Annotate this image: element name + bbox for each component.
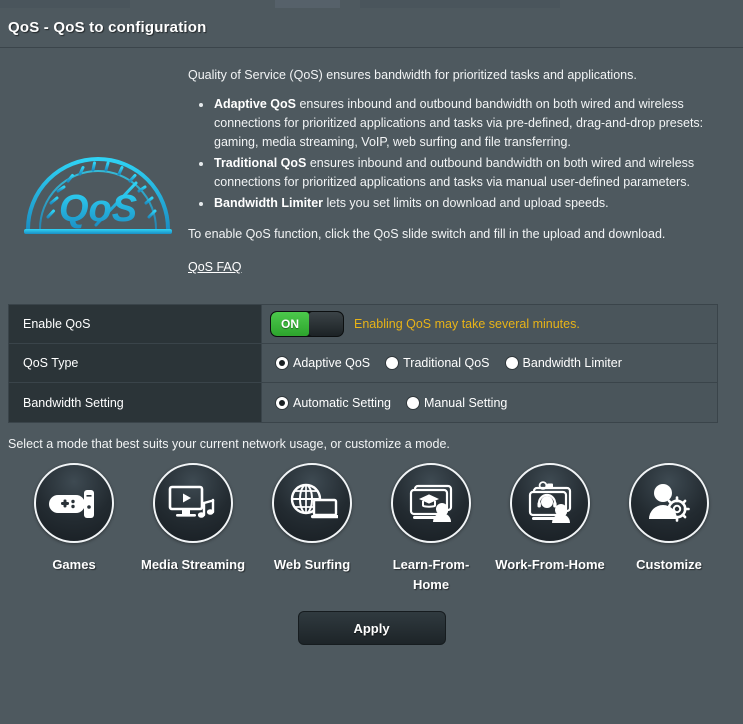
row-bandwidth-setting: Bandwidth Setting Automatic Setting Manu…	[9, 383, 717, 422]
radio-adaptive-qos[interactable]: Adaptive QoS	[276, 356, 370, 370]
person-gear-icon	[649, 484, 690, 522]
mode-games-label: Games	[52, 557, 96, 572]
bandwidth-setting-value: Automatic Setting Manual Setting	[262, 383, 717, 422]
mode-media-streaming[interactable]: Media Streaming	[137, 463, 249, 595]
intro-bullet-traditional: Traditional QoS ensures inbound and outb…	[188, 154, 723, 192]
mode-selector: Games Media Streaming Web Surfing Learn-…	[0, 457, 743, 595]
mode-media-streaming-circle	[153, 463, 233, 543]
mode-customize-label: Customize	[636, 557, 702, 572]
qos-type-label: QoS Type	[9, 344, 262, 382]
radio-automatic-setting[interactable]: Automatic Setting	[276, 396, 391, 410]
apply-row: Apply	[0, 611, 743, 645]
radio-dot-icon	[505, 357, 518, 369]
qos-type-radio-group: Adaptive QoS Traditional QoS Bandwidth L…	[270, 356, 622, 370]
graduation-screen-person-icon	[409, 484, 453, 522]
page-title: QoS - QoS to configuration	[8, 19, 207, 36]
bullet-term: Bandwidth Limiter	[214, 196, 324, 210]
mode-learn-from-home[interactable]: Learn-From-Home	[375, 463, 487, 595]
intro-text: Quality of Service (QoS) ensures bandwid…	[188, 62, 723, 292]
monitor-play-music-icon	[168, 485, 215, 518]
qos-logo: QoS	[8, 62, 188, 292]
enable-qos-value: ON Enabling QoS may take several minutes…	[262, 305, 717, 343]
toggle-on-label: ON	[271, 312, 309, 336]
enable-qos-label: Enable QoS	[9, 305, 262, 343]
intro-lead: Quality of Service (QoS) ensures bandwid…	[188, 68, 637, 82]
tab-gap	[340, 0, 360, 8]
intro-section: QoS Quality of Service (QoS) ensures ban…	[0, 48, 743, 298]
mode-work-from-home[interactable]: Work-From-Home	[494, 463, 606, 595]
mode-web-surfing-circle	[272, 463, 352, 543]
radio-label: Manual Setting	[423, 395, 508, 410]
bullet-term: Traditional QoS	[214, 156, 307, 170]
intro-bullet-adaptive: Adaptive QoS ensures inbound and outboun…	[188, 95, 723, 152]
radio-traditional-qos[interactable]: Traditional QoS	[386, 356, 490, 370]
mode-learn-from-home-circle	[391, 463, 471, 543]
radio-manual-setting[interactable]: Manual Setting	[406, 395, 508, 410]
row-qos-type: QoS Type Adaptive QoS Traditional QoS Ba…	[9, 344, 717, 383]
qos-type-value: Adaptive QoS Traditional QoS Bandwidth L…	[262, 344, 717, 382]
intro-bullet-limiter: Bandwidth Limiter lets you set limits on…	[188, 194, 723, 213]
enable-qos-toggle[interactable]: ON	[270, 311, 344, 337]
mode-web-surfing[interactable]: Web Surfing	[256, 463, 368, 595]
video-conference-headset-icon	[528, 481, 572, 523]
mode-media-streaming-label: Media Streaming	[140, 557, 246, 572]
radio-dot-icon	[386, 357, 399, 369]
qos-speedometer-icon: QoS	[24, 157, 172, 234]
mode-customize-circle	[629, 463, 709, 543]
intro-bullet-list: Adaptive QoS ensures inbound and outboun…	[188, 95, 723, 213]
top-tab-strip	[0, 0, 743, 8]
mode-work-from-home-label: Work-From-Home	[495, 557, 605, 572]
mode-hint: Select a mode that best suits your curre…	[8, 437, 450, 451]
globe-laptop-icon	[290, 483, 338, 519]
bullet-text: lets you set limits on download and uplo…	[323, 196, 609, 210]
radio-dot-icon	[406, 396, 419, 409]
tab-segment-right[interactable]	[360, 0, 560, 8]
tab-segment-left[interactable]	[0, 0, 130, 8]
settings-table: Enable QoS ON Enabling QoS may take seve…	[8, 304, 718, 423]
mode-customize[interactable]: Customize	[613, 463, 725, 595]
radio-bandwidth-limiter[interactable]: Bandwidth Limiter	[505, 356, 622, 370]
mode-games[interactable]: Games	[18, 463, 130, 595]
qos-logo-text: QoS	[59, 188, 137, 230]
page-title-bar: QoS - QoS to configuration	[0, 8, 743, 48]
intro-enable-note: To enable QoS function, click the QoS sl…	[188, 227, 666, 241]
bullet-term: Adaptive QoS	[214, 97, 296, 111]
mode-web-surfing-label: Web Surfing	[273, 557, 351, 572]
radio-dot-icon	[276, 357, 288, 369]
radio-label: Traditional QoS	[403, 356, 490, 370]
gamepad-console-icon	[49, 490, 94, 518]
bandwidth-radio-group: Automatic Setting Manual Setting	[270, 396, 507, 410]
mode-work-from-home-circle	[510, 463, 590, 543]
apply-button[interactable]: Apply	[297, 611, 446, 645]
tab-gap	[560, 0, 743, 8]
mode-learn-from-home-label: Learn-From-Home	[392, 557, 470, 592]
radio-label: Automatic Setting	[293, 395, 391, 410]
row-enable-qos: Enable QoS ON Enabling QoS may take seve…	[9, 305, 717, 344]
enable-qos-warning: Enabling QoS may take several minutes.	[354, 317, 580, 331]
qos-faq-link[interactable]: QoS FAQ	[188, 258, 242, 277]
tab-segment-active[interactable]	[275, 0, 340, 8]
toggle-knob	[309, 312, 343, 336]
radio-label: Bandwidth Limiter	[522, 356, 622, 370]
tab-gap	[130, 0, 275, 8]
mode-games-circle	[34, 463, 114, 543]
radio-label: Adaptive QoS	[293, 356, 371, 370]
bandwidth-setting-label: Bandwidth Setting	[9, 383, 262, 422]
radio-dot-icon	[276, 396, 288, 409]
